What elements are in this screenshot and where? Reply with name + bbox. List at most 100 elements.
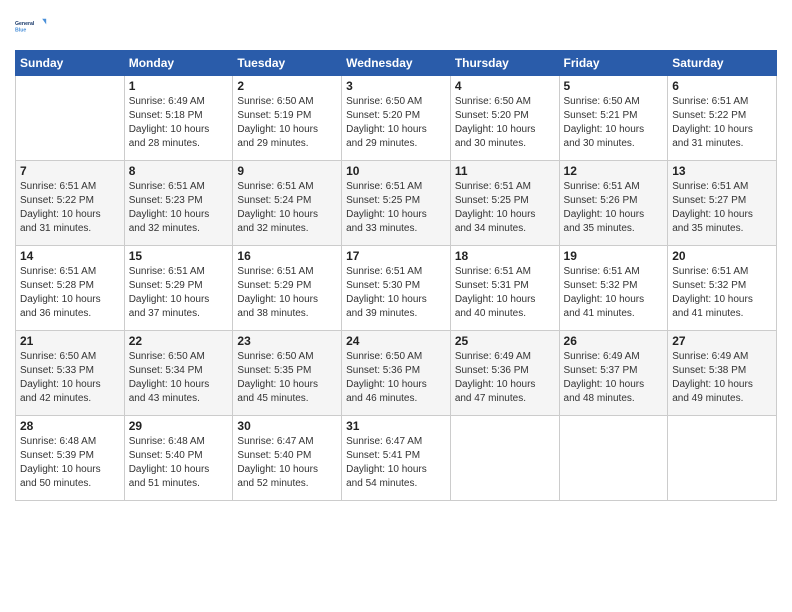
day-number: 8	[129, 164, 229, 178]
calendar-cell: 27 Sunrise: 6:49 AM Sunset: 5:38 PM Dayli…	[668, 331, 777, 416]
day-info: Sunrise: 6:51 AM Sunset: 5:28 PM Dayligh…	[20, 265, 120, 321]
calendar-cell: 23 Sunrise: 6:50 AM Sunset: 5:35 PM Dayli…	[233, 331, 342, 416]
day-info: Sunrise: 6:49 AM Sunset: 5:18 PM Dayligh…	[129, 95, 229, 151]
calendar-cell: 28 Sunrise: 6:48 AM Sunset: 5:39 PM Dayli…	[16, 416, 125, 501]
calendar-cell: 19 Sunrise: 6:51 AM Sunset: 5:32 PM Dayli…	[559, 246, 668, 331]
day-number: 10	[346, 164, 446, 178]
day-info: Sunrise: 6:51 AM Sunset: 5:30 PM Dayligh…	[346, 265, 446, 321]
calendar-cell: 24 Sunrise: 6:50 AM Sunset: 5:36 PM Dayli…	[342, 331, 451, 416]
day-number: 22	[129, 334, 229, 348]
calendar-cell: 1 Sunrise: 6:49 AM Sunset: 5:18 PM Daylig…	[124, 76, 233, 161]
day-number: 5	[564, 79, 664, 93]
day-number: 13	[672, 164, 772, 178]
day-info: Sunrise: 6:51 AM Sunset: 5:32 PM Dayligh…	[672, 265, 772, 321]
day-info: Sunrise: 6:50 AM Sunset: 5:36 PM Dayligh…	[346, 350, 446, 406]
calendar-page: General Blue SundayMondayTuesdayWednesda…	[0, 0, 792, 612]
day-number: 31	[346, 419, 446, 433]
day-number: 28	[20, 419, 120, 433]
calendar-cell	[559, 416, 668, 501]
day-info: Sunrise: 6:51 AM Sunset: 5:25 PM Dayligh…	[346, 180, 446, 236]
calendar-cell: 16Sunrise: 6:51 AM Sunset: 5:29 PM Dayli…	[233, 246, 342, 331]
day-info: Sunrise: 6:50 AM Sunset: 5:19 PM Dayligh…	[237, 95, 337, 151]
calendar-cell: 2 Sunrise: 6:50 AM Sunset: 5:19 PM Daylig…	[233, 76, 342, 161]
header: General Blue	[15, 10, 777, 42]
calendar-cell: 14 Sunrise: 6:51 AM Sunset: 5:28 PM Dayli…	[16, 246, 125, 331]
calendar-cell: 3 Sunrise: 6:50 AM Sunset: 5:20 PM Daylig…	[342, 76, 451, 161]
calendar-cell: 31Sunrise: 6:47 AM Sunset: 5:41 PM Dayli…	[342, 416, 451, 501]
day-info: Sunrise: 6:51 AM Sunset: 5:32 PM Dayligh…	[564, 265, 664, 321]
weekday-header-monday: Monday	[124, 51, 233, 76]
day-info: Sunrise: 6:51 AM Sunset: 5:27 PM Dayligh…	[672, 180, 772, 236]
day-info: Sunrise: 6:51 AM Sunset: 5:23 PM Dayligh…	[129, 180, 229, 236]
week-row-2: 7 Sunrise: 6:51 AM Sunset: 5:22 PM Daylig…	[16, 161, 777, 246]
day-number: 16	[237, 249, 337, 263]
svg-text:General: General	[15, 21, 35, 27]
day-number: 9	[237, 164, 337, 178]
day-number: 19	[564, 249, 664, 263]
day-info: Sunrise: 6:51 AM Sunset: 5:22 PM Dayligh…	[20, 180, 120, 236]
calendar-cell: 17 Sunrise: 6:51 AM Sunset: 5:30 PM Dayli…	[342, 246, 451, 331]
calendar-cell: 9 Sunrise: 6:51 AM Sunset: 5:24 PM Daylig…	[233, 161, 342, 246]
day-info: Sunrise: 6:50 AM Sunset: 5:34 PM Dayligh…	[129, 350, 229, 406]
day-number: 7	[20, 164, 120, 178]
day-info: Sunrise: 6:51 AM Sunset: 5:31 PM Dayligh…	[455, 265, 555, 321]
day-number: 14	[20, 249, 120, 263]
calendar-cell: 4Sunrise: 6:50 AM Sunset: 5:20 PM Daylig…	[450, 76, 559, 161]
day-number: 30	[237, 419, 337, 433]
calendar-cell	[16, 76, 125, 161]
day-number: 15	[129, 249, 229, 263]
weekday-header-tuesday: Tuesday	[233, 51, 342, 76]
calendar-cell: 26Sunrise: 6:49 AM Sunset: 5:37 PM Dayli…	[559, 331, 668, 416]
calendar-cell: 5Sunrise: 6:50 AM Sunset: 5:21 PM Daylig…	[559, 76, 668, 161]
day-info: Sunrise: 6:50 AM Sunset: 5:33 PM Dayligh…	[20, 350, 120, 406]
day-number: 12	[564, 164, 664, 178]
day-number: 23	[237, 334, 337, 348]
day-number: 3	[346, 79, 446, 93]
calendar-cell: 8 Sunrise: 6:51 AM Sunset: 5:23 PM Daylig…	[124, 161, 233, 246]
calendar-cell: 15 Sunrise: 6:51 AM Sunset: 5:29 PM Dayli…	[124, 246, 233, 331]
day-number: 2	[237, 79, 337, 93]
weekday-header-row: SundayMondayTuesdayWednesdayThursdayFrid…	[16, 51, 777, 76]
weekday-header-saturday: Saturday	[668, 51, 777, 76]
day-number: 27	[672, 334, 772, 348]
day-info: Sunrise: 6:51 AM Sunset: 5:29 PM Dayligh…	[129, 265, 229, 321]
day-number: 1	[129, 79, 229, 93]
day-info: Sunrise: 6:48 AM Sunset: 5:39 PM Dayligh…	[20, 435, 120, 491]
day-info: Sunrise: 6:49 AM Sunset: 5:36 PM Dayligh…	[455, 350, 555, 406]
week-row-1: 1 Sunrise: 6:49 AM Sunset: 5:18 PM Daylig…	[16, 76, 777, 161]
calendar-cell: 30 Sunrise: 6:47 AM Sunset: 5:40 PM Dayli…	[233, 416, 342, 501]
calendar-cell: 25 Sunrise: 6:49 AM Sunset: 5:36 PM Dayli…	[450, 331, 559, 416]
calendar-cell: 10 Sunrise: 6:51 AM Sunset: 5:25 PM Dayli…	[342, 161, 451, 246]
day-number: 25	[455, 334, 555, 348]
day-number: 11	[455, 164, 555, 178]
day-info: Sunrise: 6:51 AM Sunset: 5:25 PM Dayligh…	[455, 180, 555, 236]
day-info: Sunrise: 6:47 AM Sunset: 5:40 PM Dayligh…	[237, 435, 337, 491]
calendar-cell	[668, 416, 777, 501]
day-number: 29	[129, 419, 229, 433]
day-info: Sunrise: 6:49 AM Sunset: 5:38 PM Dayligh…	[672, 350, 772, 406]
day-info: Sunrise: 6:49 AM Sunset: 5:37 PM Dayligh…	[564, 350, 664, 406]
day-info: Sunrise: 6:51 AM Sunset: 5:22 PM Dayligh…	[672, 95, 772, 151]
calendar-cell	[450, 416, 559, 501]
day-info: Sunrise: 6:50 AM Sunset: 5:35 PM Dayligh…	[237, 350, 337, 406]
day-number: 24	[346, 334, 446, 348]
day-info: Sunrise: 6:50 AM Sunset: 5:20 PM Dayligh…	[346, 95, 446, 151]
weekday-header-friday: Friday	[559, 51, 668, 76]
calendar-cell: 6 Sunrise: 6:51 AM Sunset: 5:22 PM Daylig…	[668, 76, 777, 161]
day-number: 17	[346, 249, 446, 263]
day-info: Sunrise: 6:51 AM Sunset: 5:24 PM Dayligh…	[237, 180, 337, 236]
day-number: 18	[455, 249, 555, 263]
calendar-cell: 22 Sunrise: 6:50 AM Sunset: 5:34 PM Dayli…	[124, 331, 233, 416]
svg-text:Blue: Blue	[15, 28, 26, 34]
week-row-3: 14 Sunrise: 6:51 AM Sunset: 5:28 PM Dayli…	[16, 246, 777, 331]
calendar-cell: 13 Sunrise: 6:51 AM Sunset: 5:27 PM Dayli…	[668, 161, 777, 246]
calendar-cell: 20Sunrise: 6:51 AM Sunset: 5:32 PM Dayli…	[668, 246, 777, 331]
calendar-cell: 7 Sunrise: 6:51 AM Sunset: 5:22 PM Daylig…	[16, 161, 125, 246]
day-number: 6	[672, 79, 772, 93]
calendar-cell: 29Sunrise: 6:48 AM Sunset: 5:40 PM Dayli…	[124, 416, 233, 501]
day-number: 4	[455, 79, 555, 93]
calendar-cell: 21Sunrise: 6:50 AM Sunset: 5:33 PM Dayli…	[16, 331, 125, 416]
week-row-5: 28 Sunrise: 6:48 AM Sunset: 5:39 PM Dayli…	[16, 416, 777, 501]
day-info: Sunrise: 6:51 AM Sunset: 5:26 PM Dayligh…	[564, 180, 664, 236]
calendar-table: SundayMondayTuesdayWednesdayThursdayFrid…	[15, 50, 777, 501]
